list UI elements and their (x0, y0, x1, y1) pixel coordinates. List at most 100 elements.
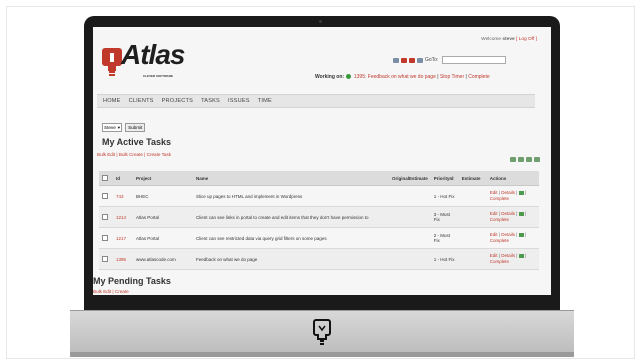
nav-item-clients[interactable]: CLIENTS (129, 98, 154, 104)
user-select-value: Steve (104, 125, 116, 130)
task-project: Atlas Portal (133, 227, 193, 249)
edit-link[interactable]: Edit (490, 253, 498, 258)
nav-item-projects[interactable]: PROJECTS (162, 98, 193, 104)
monitor-screen: Welcome steve [ Log Off ] Atlas CLEVER S… (93, 27, 551, 295)
column-header[interactable]: Id (113, 171, 133, 186)
nav-item-issues[interactable]: ISSUES (228, 98, 250, 104)
task-id-link[interactable]: 1395 (113, 248, 133, 270)
table-row: 1214 Atlas Portal Client can see links i… (99, 206, 539, 228)
nav-item-tasks[interactable]: TASKS (201, 98, 220, 104)
task-project: Atlas Portal (133, 206, 193, 228)
atlas-logo-text: Atlas (121, 39, 185, 70)
main-nav: HOME CLIENTS PROJECTS TASKS ISSUES TIME (97, 94, 535, 108)
timer-icon[interactable] (518, 232, 524, 237)
bookmark-icon[interactable] (401, 57, 407, 63)
edit-link[interactable]: Edit (490, 211, 498, 216)
details-link[interactable]: Details (501, 190, 515, 195)
pending-tasks-links[interactable]: Bulk Edit | Create (93, 289, 129, 294)
search-icon[interactable] (393, 57, 399, 63)
working-on-bar: Working on: 1395: Feedback on what we do… (315, 74, 490, 80)
welcome-bar: Welcome steve [ Log Off ] (481, 37, 537, 42)
complete-task-link[interactable]: Complete (490, 217, 509, 222)
column-header[interactable]: Project (133, 171, 193, 186)
select-all-checkbox[interactable] (102, 174, 108, 181)
goto-input[interactable] (442, 56, 507, 64)
column-header[interactable]: Estimate (458, 171, 487, 186)
row-checkbox[interactable] (102, 255, 108, 262)
export-csv-icon[interactable] (518, 157, 524, 162)
goto-label: GoTo: (425, 57, 439, 63)
bulk-create-link[interactable]: Bulk Create (119, 152, 143, 157)
task-id-link[interactable]: 1217 (113, 227, 133, 249)
task-name: Feedback on what we do page (193, 248, 389, 270)
working-task-link[interactable]: 1395: Feedback on what we do page (354, 74, 436, 80)
export-icons (510, 157, 540, 162)
details-link[interactable]: Details (501, 253, 515, 258)
complete-link[interactable]: Complete (468, 74, 489, 80)
pending-tasks-title: My Pending Tasks (93, 276, 171, 286)
task-actions: Edit | Details | | Complete (486, 248, 539, 270)
monitor-chin (70, 310, 574, 353)
table-row: 1217 Atlas Portal Client can see restric… (99, 227, 539, 249)
calendar-icon[interactable] (409, 57, 415, 63)
task-name: Client can see links in portal to create… (193, 206, 389, 228)
working-on-label: Working on: (315, 74, 345, 80)
camera-icon (319, 20, 322, 23)
print-icon[interactable] (526, 157, 532, 162)
row-select-cell (99, 248, 113, 270)
task-original-estimate (389, 227, 431, 249)
export-excel-icon[interactable] (510, 157, 516, 162)
task-actions: Edit | Details | | Complete (486, 227, 539, 249)
monitor-stand (70, 352, 574, 357)
submit-button[interactable]: Submit (125, 123, 146, 132)
create-task-link[interactable]: Create Task (147, 152, 171, 157)
select-all-header (99, 171, 113, 186)
complete-task-link[interactable]: Complete (490, 196, 509, 201)
header-toolbar: GoTo: (393, 56, 507, 64)
settings-icon[interactable] (534, 157, 540, 162)
task-id-link[interactable]: 1214 (113, 206, 133, 228)
column-header[interactable]: OriginalEstimate (389, 171, 431, 186)
stop-timer-link[interactable]: Stop Timer (440, 74, 464, 80)
timer-icon[interactable] (518, 211, 524, 216)
complete-task-link[interactable]: Complete (490, 259, 509, 264)
row-checkbox[interactable] (102, 234, 108, 241)
nav-item-time[interactable]: TIME (258, 98, 272, 104)
active-tasks-table: Id Project Name OriginalEstimate Priorit… (99, 171, 539, 270)
user-select[interactable]: Steve ▾ (102, 123, 123, 132)
timer-icon[interactable] (518, 253, 524, 258)
lightbulb-logo-icon (313, 319, 331, 345)
row-checkbox[interactable] (102, 213, 108, 220)
details-link[interactable]: Details (501, 211, 515, 216)
task-priority: 3 - Must Fix (430, 206, 459, 228)
logout-link[interactable]: [ Log Off ] (516, 37, 537, 42)
bulk-edit-link[interactable]: Bulk Edit (97, 152, 115, 157)
welcome-prefix: Welcome (481, 37, 502, 42)
row-checkbox[interactable] (102, 192, 108, 199)
edit-link[interactable]: Edit (490, 190, 498, 195)
task-estimate (458, 206, 487, 228)
atlas-logo-tagline: CLEVER SOFTWARE (143, 74, 174, 78)
row-select-cell (99, 185, 113, 207)
column-header[interactable]: PriorityId (430, 171, 459, 186)
task-original-estimate (389, 206, 431, 228)
table-row: 1395 www.atlascode.com Feedback on what … (99, 248, 539, 270)
details-link[interactable]: Details (501, 232, 515, 237)
complete-task-link[interactable]: Complete (490, 238, 509, 243)
nav-item-home[interactable]: HOME (103, 98, 121, 104)
task-project: BHEC (133, 185, 193, 207)
task-original-estimate (389, 185, 431, 207)
task-name: Slice up pages to HTML and implement in … (193, 185, 389, 207)
timer-icon[interactable] (518, 190, 524, 195)
task-priority: 1 - Hot Fix (430, 248, 459, 270)
task-estimate (458, 227, 487, 249)
task-id-link[interactable]: 743 (113, 185, 133, 207)
atlas-logo[interactable]: Atlas CLEVER SOFTWARE (99, 39, 199, 79)
user-filter: Steve ▾ Submit (102, 123, 146, 132)
column-header[interactable]: Name (193, 171, 389, 186)
task-estimate (458, 248, 487, 270)
column-header: Actions (486, 171, 539, 186)
task-project: www.atlascode.com (133, 248, 193, 270)
mail-icon[interactable] (417, 57, 423, 63)
edit-link[interactable]: Edit (490, 232, 498, 237)
